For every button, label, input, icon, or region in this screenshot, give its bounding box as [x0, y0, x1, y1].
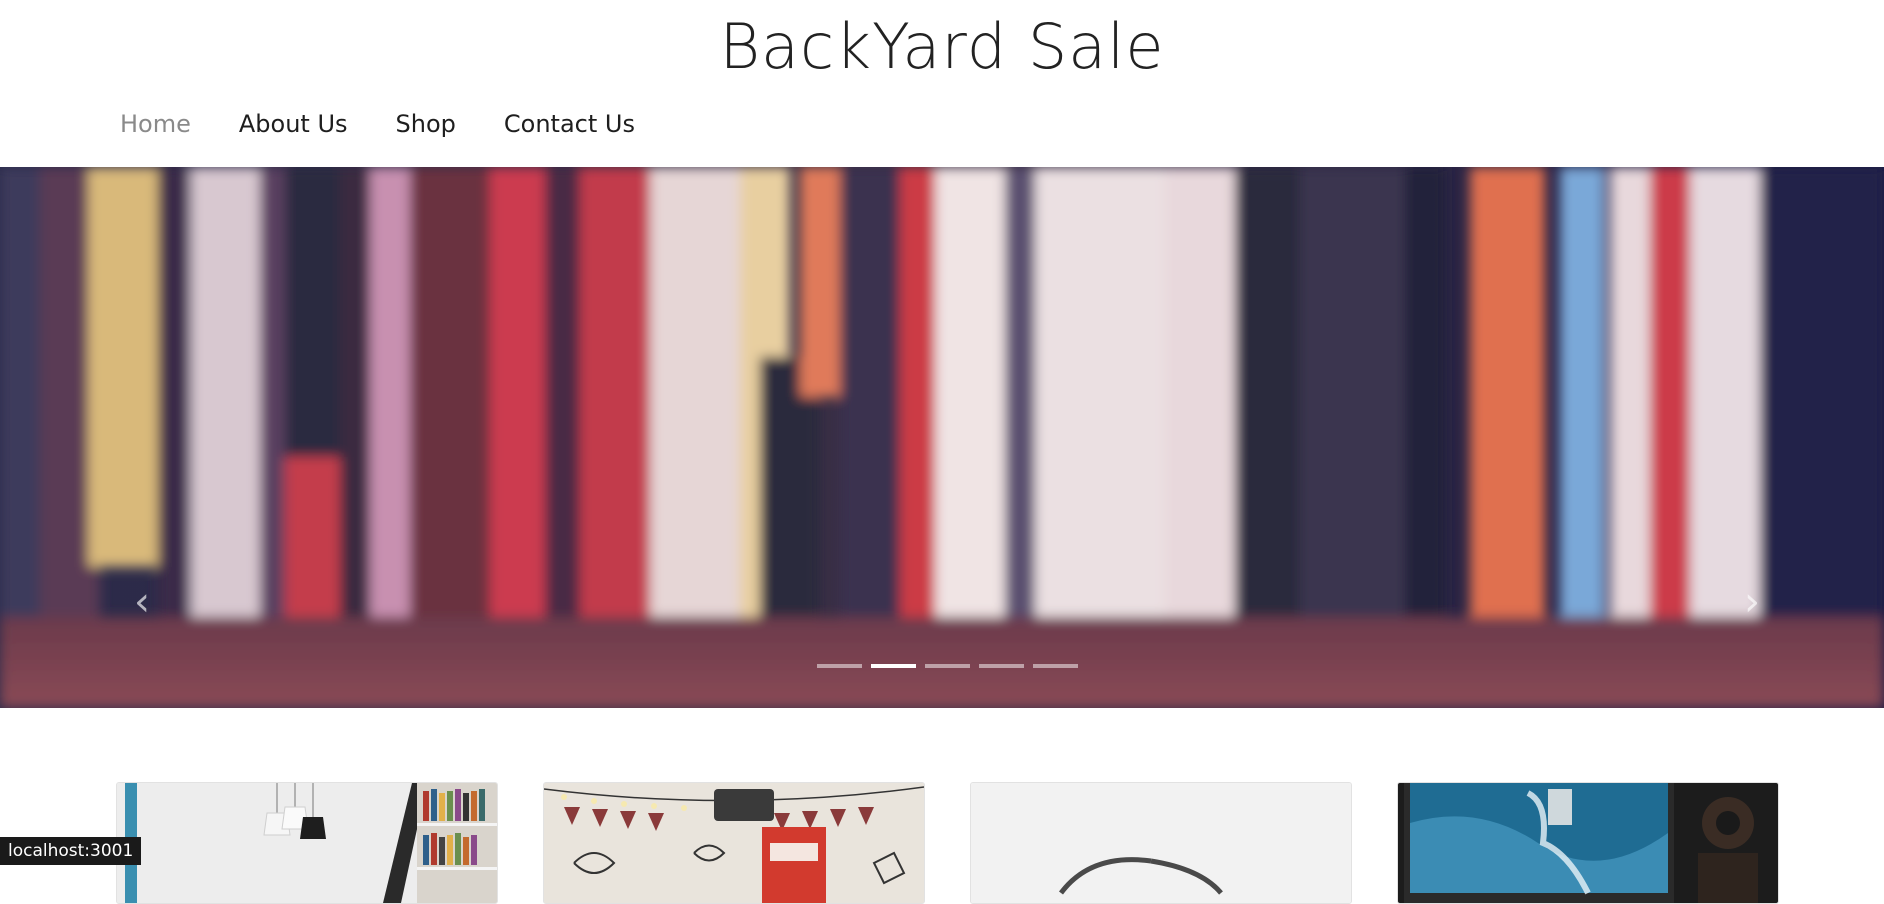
- nav-contact-us[interactable]: Contact Us: [504, 106, 635, 142]
- hero-carousel: ‹ ›: [0, 167, 1884, 708]
- card-image: [971, 783, 1351, 903]
- site-title: BackYard Sale: [719, 10, 1165, 83]
- main-nav: Home About Us Shop Contact Us: [120, 106, 683, 142]
- status-bar-url: localhost:3001: [0, 837, 142, 865]
- carousel-indicator[interactable]: [1033, 664, 1078, 668]
- chevron-right-icon: ›: [1744, 579, 1760, 625]
- carousel-indicator[interactable]: [925, 664, 970, 668]
- nav-shop[interactable]: Shop: [396, 106, 456, 142]
- chevron-left-icon: ‹: [134, 579, 150, 625]
- product-card[interactable]: [1397, 782, 1779, 904]
- card-image: [544, 783, 924, 903]
- product-card[interactable]: [543, 782, 925, 904]
- carousel-prev-button[interactable]: ‹: [122, 582, 162, 622]
- nav-about-us[interactable]: About Us: [239, 106, 348, 142]
- nav-home[interactable]: Home: [120, 106, 191, 142]
- carousel-indicator[interactable]: [979, 664, 1024, 668]
- product-card[interactable]: [116, 782, 498, 904]
- carousel-slide-image: [0, 167, 1884, 708]
- carousel-indicator-active[interactable]: [871, 664, 916, 668]
- carousel-indicators: [817, 664, 1087, 668]
- card-image: [117, 783, 497, 903]
- card-image: [1398, 783, 1778, 903]
- carousel-next-button[interactable]: ›: [1732, 582, 1772, 622]
- carousel-indicator[interactable]: [817, 664, 862, 668]
- product-card[interactable]: [970, 782, 1352, 904]
